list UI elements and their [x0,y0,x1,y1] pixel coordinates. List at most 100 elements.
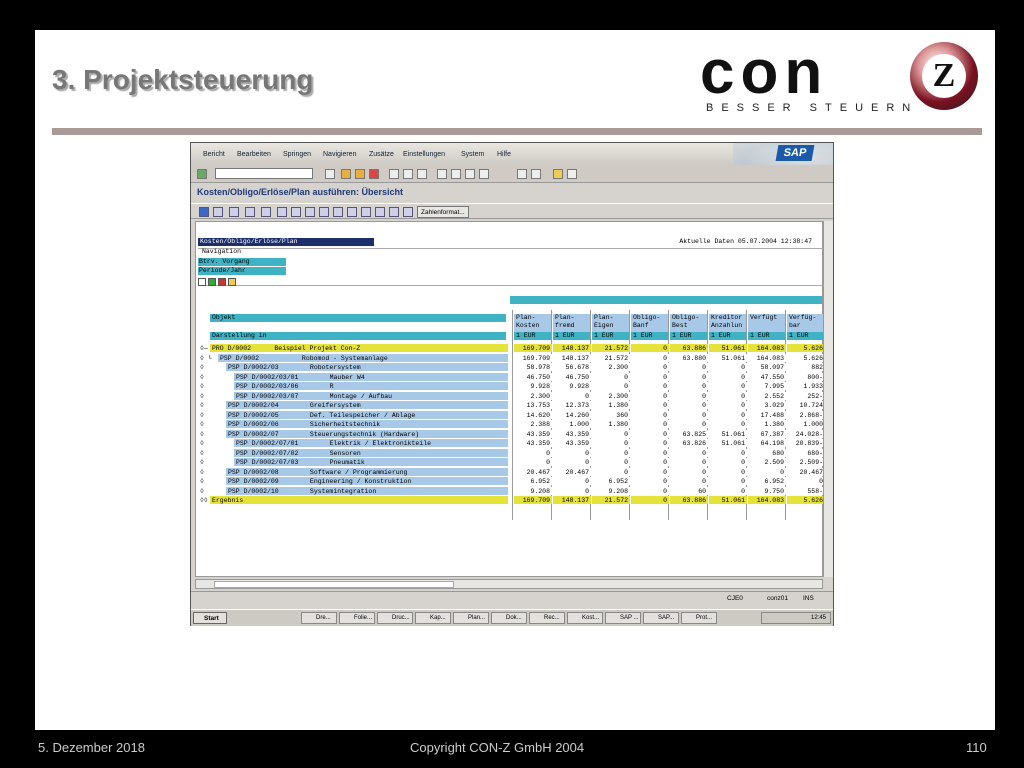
start-button[interactable]: Start [193,612,227,624]
table-row[interactable]: ◊ PSP D/0002/03/06 R 9.928 9.928 0 0 0 0 7.995 1.… [196,382,825,391]
list-icon[interactable] [245,207,255,217]
find-next-icon[interactable] [417,169,427,179]
menu-system[interactable]: System [461,151,484,158]
tree-node-icon[interactable]: ◊ [200,487,214,496]
previous-icon[interactable] [333,207,343,217]
tree-node-icon[interactable]: ◊ [200,363,214,372]
print-icon[interactable] [261,207,271,217]
tree-node-icon[interactable]: ◊ [200,411,214,420]
table-row[interactable]: ◊ └ PSP D/0002 Robomod - Systemanlage 169.… [196,353,825,363]
table-row[interactable]: ◊ PSP D/0002/03/07 Montage / Aufbau 2.300 0… [196,391,825,401]
zahlenformat-button[interactable]: Zahlenformat... [417,206,469,218]
shortcut-icon[interactable] [531,169,541,179]
tree-node-icon[interactable]: ◊ [200,449,214,458]
cancel-icon[interactable] [369,169,379,179]
cell-value: 0 [592,467,630,476]
table-row[interactable]: ◊ PSP D/0002/07 Steuerungstechnik (Hardwa… [196,429,825,439]
last-icon[interactable] [361,207,371,217]
nav-item-vorgang[interactable]: Btrv. Vorgang [198,258,286,266]
table-row[interactable]: ◊ PSP D/0002/09 Engineering / Konstruktio… [196,477,825,486]
tree-node-icon[interactable]: ◊ └ [200,354,214,363]
menu-bericht[interactable]: Bericht [203,151,225,158]
table-row[interactable]: ◊ PSP D/0002/07/01 Elektrik / Elektronikt… [196,439,825,448]
taskbar-task[interactable]: Kap... [415,612,451,624]
sap-logo: SAP [775,145,815,161]
collapse-icon[interactable] [229,207,239,217]
find-icon[interactable] [403,169,413,179]
scroll-thumb[interactable] [214,581,454,588]
table-row[interactable]: ◊ PSP D/0002/03/01 Mauber W4 46.750 46.750 0… [196,372,825,382]
taskbar-task[interactable]: Folie... [339,612,375,624]
tree-node-icon[interactable]: ◊ [200,468,214,477]
back-icon[interactable] [341,169,351,179]
table-row[interactable]: ◊ PSP D/0002/03 Robotersystem 58.978 56.678… [196,363,825,372]
table-row[interactable]: ◊ PSP D/0002/07/02 Sensoren 0 0 0 0 0 0 680 680- [196,448,825,458]
table-row[interactable]: ◊― PRO D/0002 Beispiel Projekt Con-Z 169.7… [196,344,825,353]
taskbar-task[interactable]: Dre... [301,612,337,624]
save-icon[interactable] [325,169,335,179]
command-field[interactable] [215,168,313,179]
table-row[interactable]: ◊◊ Ergebnis 169.709 148.137 21.572 0 63.886 51.… [196,496,825,505]
taskbar-task[interactable]: Prot... [681,612,717,624]
refresh-icon[interactable] [208,278,216,286]
expand-icon[interactable] [213,207,223,217]
cell-value: 0 [670,410,708,419]
nav-item-periode[interactable]: Periode/Jahr [198,267,286,275]
tree-node-icon[interactable]: ◊ [200,382,214,391]
info-icon[interactable] [199,207,209,217]
print-icon[interactable] [389,169,399,179]
table-row[interactable]: ◊ PSP D/0002/07/03 Pneumatik 0 0 0 0 0 0 2.509 2.… [196,458,825,467]
graphic-icon[interactable] [305,207,315,217]
taskbar-task[interactable]: Dok... [491,612,527,624]
new-session-icon[interactable] [517,169,527,179]
settings-icon[interactable] [403,207,413,217]
tree-node-icon[interactable]: ◊ [200,430,214,439]
row-label: PSP D/0002/07 Steuerungstechnik (Hardwar… [226,429,508,438]
next-icon[interactable] [347,207,357,217]
menu-bearbeiten[interactable]: Bearbeiten [237,151,271,158]
last-page-icon[interactable] [479,169,489,179]
filter-icon[interactable] [277,207,287,217]
binoculars-icon[interactable] [198,278,206,286]
tree-node-icon[interactable]: ◊ [200,392,214,401]
first-page-icon[interactable] [437,169,447,179]
darstellung-header: Darstellung in [210,332,506,340]
menu-zusaetze[interactable]: Zusätze [369,151,394,158]
layout-menu-icon[interactable] [567,169,577,179]
taskbar-task[interactable]: Druc... [377,612,413,624]
taskbar-task[interactable]: SAP ... [605,612,641,624]
tree-node-icon[interactable]: ◊ [200,458,214,467]
table-row[interactable]: ◊ PSP D/0002/06 Sicherheitstechnik 2.388 1.… [196,420,825,429]
cell-value: 0 [670,458,708,466]
taskbar-task[interactable]: Rec... [529,612,565,624]
sum-icon[interactable] [291,207,301,217]
table-row[interactable]: ◊ PSP D/0002/05 Def. Teilespeicher / Abla… [196,410,825,420]
help-icon[interactable] [553,169,563,179]
enter-icon[interactable] [197,169,207,179]
first-icon[interactable] [319,207,329,217]
hierarchy-icon[interactable] [375,207,385,217]
menu-einstellungen[interactable]: Einstellungen [403,151,445,158]
taskbar-task[interactable]: Plan... [453,612,489,624]
menu-navigieren[interactable]: Navigieren [323,151,356,158]
table-row[interactable]: ◊ PSP D/0002/10 Systemintegration 9.208 0 9.… [196,486,825,496]
taskbar-task[interactable]: Kost... [567,612,603,624]
table-row[interactable]: ◊ PSP D/0002/08 Software / Programmierung… [196,467,825,477]
tree-node-icon[interactable]: ◊ [200,477,214,486]
notes-icon[interactable] [228,278,236,286]
tree-node-icon[interactable]: ◊ [200,439,214,448]
menu-hilfe[interactable]: Hilfe [497,151,511,158]
table-row[interactable]: ◊ PSP D/0002/04 Greifersystem 13.753 12.373… [196,401,825,410]
delete-icon[interactable] [218,278,226,286]
tree-node-icon[interactable]: ◊ [200,420,214,429]
horizontal-scrollbar[interactable] [195,579,823,589]
exit-icon[interactable] [355,169,365,179]
taskbar-task[interactable]: SAP... [643,612,679,624]
export-icon[interactable] [389,207,399,217]
vertical-scrollbar[interactable] [823,221,833,577]
tree-node-icon[interactable]: ◊ [200,401,214,410]
menu-springen[interactable]: Springen [283,151,311,158]
tree-node-icon[interactable]: ◊ [200,373,214,382]
prev-page-icon[interactable] [451,169,461,179]
next-page-icon[interactable] [465,169,475,179]
